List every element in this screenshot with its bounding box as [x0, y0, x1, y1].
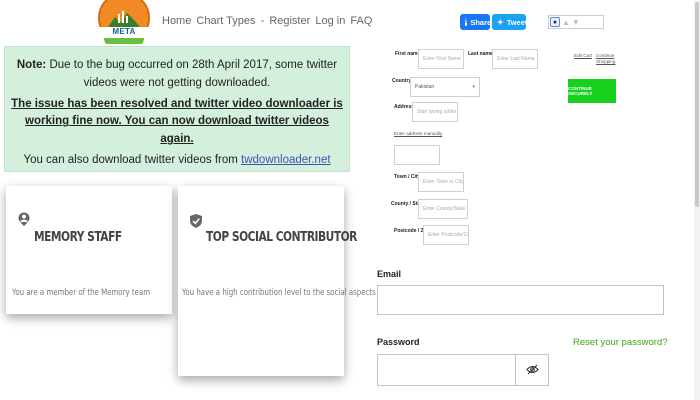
edit-cart-link[interactable]: Edit Cart — [574, 53, 592, 59]
notice-alternative: You can also download twitter videos fro… — [11, 152, 343, 170]
reset-password-link[interactable]: Reset your password? — [573, 337, 668, 348]
continue-securely-button[interactable]: CONTINUE SECURELY — [568, 79, 616, 103]
badge-description: You are a member of the Memory team — [12, 288, 151, 298]
reddit-vote-widget: ● ▲ ▼ — [548, 15, 604, 29]
site-logo[interactable]: META — [98, 0, 150, 44]
badge-card-top-social-contributor: TOP SOCIAL CONTRIBUTOR You have a high c… — [178, 186, 376, 376]
twitter-bird-icon: ✦ — [497, 17, 504, 27]
notice-note-label: Note: — [16, 59, 47, 71]
country-label-text: Country — [392, 78, 412, 84]
check-shield-icon — [190, 214, 202, 228]
notice-resolved-text: The issue has been resolved and twitter … — [11, 97, 343, 146]
town-label-text: Town / City — [394, 174, 421, 180]
badge-card-memory-staff: MEMORY STAFF You are a member of the Mem… — [6, 186, 172, 314]
twitter-tweet-button[interactable]: ✦ Tweet — [492, 14, 528, 30]
nav-separator: - — [260, 15, 265, 27]
notice-alt-text: You can also download twitter videos fro… — [23, 154, 238, 167]
scrollbar-thumb[interactable] — [695, 2, 699, 207]
top-navigation: Home Chart Types - Register Log in FAQ — [162, 15, 374, 27]
eye-slash-icon — [526, 364, 539, 375]
postcode-zip-input[interactable]: Enter Postcode/Zip — [423, 225, 469, 245]
county-state-input[interactable]: Enter County/State — [418, 199, 468, 219]
address-search-input[interactable]: Start typing address... — [412, 102, 458, 122]
person-badge-icon — [18, 212, 30, 226]
logo-ribbon — [104, 38, 144, 44]
facebook-share-button[interactable]: f Share — [460, 14, 492, 30]
nav-chart-types-link[interactable]: Chart Types — [196, 15, 255, 27]
page-scrollbar[interactable] — [694, 0, 700, 400]
bug-notice-banner: Note: Due to the bug occurred on 28th Ap… — [4, 46, 350, 172]
toggle-password-visibility-button[interactable] — [515, 354, 549, 385]
badge-title: MEMORY STAFF — [34, 230, 122, 245]
password-label: Password — [377, 337, 420, 347]
facebook-icon: f — [465, 18, 468, 26]
notice-note: Note: Due to the bug occurred on 28th Ap… — [11, 57, 343, 93]
email-input[interactable] — [377, 285, 664, 315]
first-name-label-text: First name — [395, 51, 421, 57]
first-name-input[interactable]: Enter First Name — [418, 49, 464, 69]
nav-home-link[interactable]: Home — [162, 15, 191, 27]
badge-description: You have a high contribution level to th… — [182, 288, 376, 298]
country-value: Pakistan — [415, 84, 435, 90]
reddit-icon[interactable]: ● — [550, 17, 560, 27]
nav-register-link[interactable]: Register — [269, 15, 310, 27]
town-city-input[interactable]: Enter Town or City — [418, 172, 464, 192]
chevron-down-icon: ▾ — [472, 84, 475, 90]
enter-address-manually-link[interactable]: Enter address manually — [394, 131, 442, 137]
badge-title: TOP SOCIAL CONTRIBUTOR — [206, 230, 357, 245]
tweet-label: Tweet — [506, 17, 528, 27]
continue-shopping-link[interactable]: Continue Shopping — [596, 53, 618, 65]
nav-faq-link[interactable]: FAQ — [350, 15, 372, 27]
logo-text: META — [112, 27, 136, 36]
downvote-arrow-icon[interactable]: ▼ — [572, 18, 580, 27]
address-line-input[interactable] — [394, 145, 440, 165]
upvote-arrow-icon[interactable]: ▲ — [562, 18, 570, 27]
country-select[interactable]: Pakistan ▾ — [410, 77, 480, 97]
address-label-text: Address — [394, 104, 415, 110]
notice-note-text: Due to the bug occurred on 28th April 20… — [49, 59, 338, 89]
share-label: Share — [470, 17, 492, 27]
twdownloader-link[interactable]: twdownloader.net — [241, 154, 331, 166]
last-name-label-text: Last name — [468, 51, 493, 57]
last-name-input[interactable]: Enter Last Name — [492, 49, 538, 69]
nav-login-link[interactable]: Log in — [315, 15, 345, 27]
email-label: Email — [377, 269, 402, 279]
